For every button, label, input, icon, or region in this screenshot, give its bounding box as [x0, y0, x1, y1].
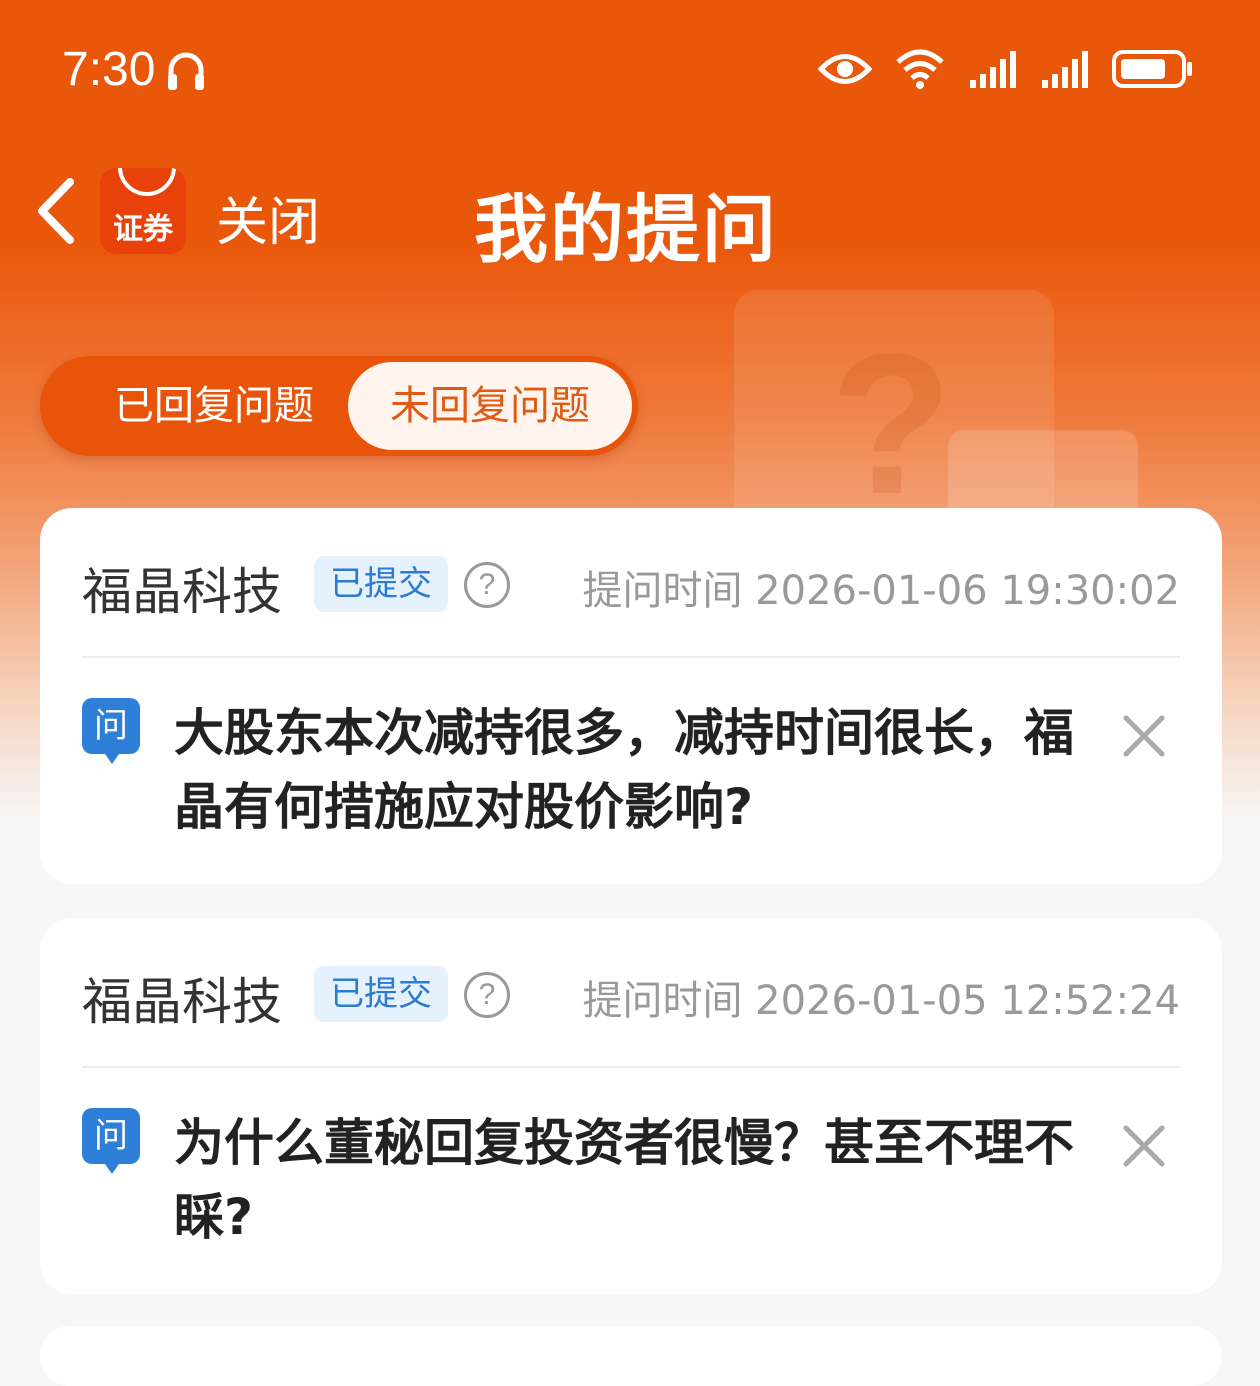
signal-icon: [968, 50, 1018, 92]
question-icon: 问: [82, 1108, 140, 1174]
status-bar: 7:30: [0, 0, 1260, 140]
close-button[interactable]: 关闭: [216, 180, 320, 255]
company-name[interactable]: 福晶科技: [82, 962, 282, 1034]
close-icon[interactable]: [1122, 1124, 1166, 1168]
wifi-icon: [894, 48, 946, 94]
tab-unanswered[interactable]: 未回复问题: [348, 362, 632, 450]
eye-icon: [817, 52, 873, 90]
help-icon[interactable]: ?: [464, 972, 510, 1018]
page-title: 我的提问: [474, 187, 778, 273]
chevron-left-icon[interactable]: [30, 176, 86, 246]
company-name[interactable]: 福晶科技: [82, 552, 282, 624]
battery-icon: [1112, 49, 1194, 93]
question-icon: 问: [82, 698, 140, 764]
nav-bar: 证券 关闭 我的提问: [0, 150, 1260, 273]
question-card[interactable]: 福晶科技 已提交 ? 提问时间 2026-01-05 12:52:24 问 为什…: [40, 918, 1222, 1294]
question-card[interactable]: 福晶科技 已提交 ? 提问时间 2026-01-06 19:30:02 问 大股…: [40, 508, 1222, 884]
status-time: 7:30: [62, 43, 156, 96]
app-logo[interactable]: 证券: [100, 168, 186, 254]
status-badge: 已提交: [314, 966, 448, 1022]
question-card[interactable]: [40, 1326, 1222, 1386]
question-tabs: 已回复问题 未回复问题: [40, 356, 638, 456]
question-text[interactable]: 大股东本次减持很多，减持时间很长，福晶有何措施应对股价影响?: [174, 696, 1114, 844]
help-icon[interactable]: ?: [464, 562, 510, 608]
question-time: 提问时间 2026-01-05 12:52:24: [582, 978, 1180, 1024]
signal-icon: [1040, 50, 1090, 92]
question-text[interactable]: 为什么董秘回复投资者很慢？甚至不理不睬?: [174, 1106, 1114, 1254]
divider: [82, 656, 1180, 658]
headset-icon: [166, 50, 206, 96]
question-time: 提问时间 2026-01-06 19:30:02: [582, 568, 1180, 614]
divider: [82, 1066, 1180, 1068]
tab-answered[interactable]: 已回复问题: [64, 356, 364, 456]
status-badge: 已提交: [314, 556, 448, 612]
close-icon[interactable]: [1122, 714, 1166, 758]
